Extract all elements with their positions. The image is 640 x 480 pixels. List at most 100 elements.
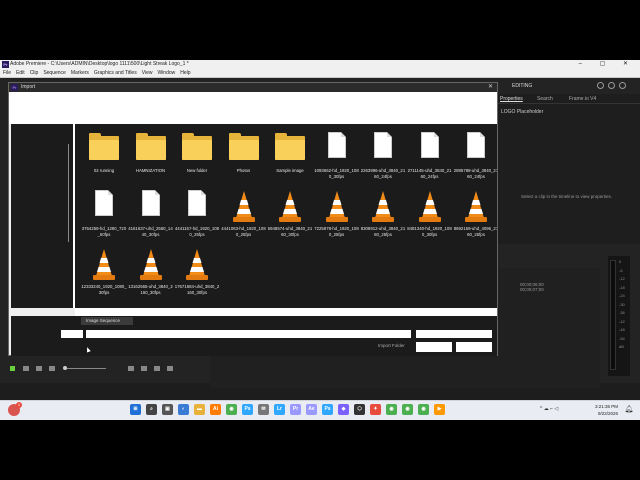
tab-frameio[interactable]: Frame.io V4 — [569, 96, 596, 102]
taskbar-search-icon[interactable]: ⌕ — [146, 404, 157, 415]
list-view-icon[interactable] — [23, 366, 29, 371]
file-item[interactable]: 2263996-uhd_3840_2160_24fps — [360, 128, 406, 188]
taskbar-chrome-3-icon[interactable]: ◉ — [402, 404, 413, 415]
file-item[interactable]: 5948574-uhd_3840_2160_30fps — [267, 186, 313, 246]
taskbar-clock[interactable]: 3:21:36 PM 9/22/2026 — [578, 403, 618, 417]
zoom-slider[interactable] — [64, 368, 106, 369]
file-item[interactable]: 3764259-hd_1280_720_60fps — [81, 186, 127, 246]
file-name: 13162565-uhd_3840_2160_30fps — [128, 284, 173, 295]
taskbar-lightroom-icon[interactable]: Lr — [274, 404, 285, 415]
meter-scale-label: -42 — [619, 318, 625, 324]
file-item[interactable]: 13162565-uhd_3840_2160_30fps — [128, 244, 174, 304]
taskbar-after-effects-icon[interactable]: Ae — [306, 404, 317, 415]
close-icon[interactable]: ✕ — [488, 83, 493, 92]
file-item[interactable]: 8481340-hd_1920_1080_30fps — [407, 186, 453, 246]
taskbar-vlc-icon[interactable]: ▶ — [434, 404, 445, 415]
folder-item[interactable]: HAMNIZATION — [128, 128, 174, 188]
help-icon[interactable] — [619, 82, 626, 89]
file-name: 12333240_1920_1080_30fps — [81, 284, 127, 295]
zoom-slider-handle[interactable] — [63, 366, 67, 370]
menu-item-graphics-and-titles[interactable]: Graphics and Titles — [94, 70, 137, 76]
system-tray[interactable]: ^ ☁ ⌐ ◁ — [540, 406, 558, 412]
taskbar-photoshop-2-icon[interactable]: Ps — [322, 404, 333, 415]
icon-view-icon[interactable] — [36, 366, 42, 371]
freeform-view-icon[interactable] — [49, 366, 55, 371]
taskbar-unreal-icon[interactable]: ⬡ — [354, 404, 365, 415]
user-icon[interactable] — [608, 82, 615, 89]
file-item[interactable]: 17671684-uhd_3840_2160_30fps — [174, 244, 220, 304]
taskbar-chrome-icon[interactable]: ◉ — [226, 404, 237, 415]
import-dialog-title: Import — [21, 84, 36, 90]
new-item-icon[interactable] — [141, 366, 147, 371]
file-item[interactable]: 12333240_1920_1080_30fps — [81, 244, 127, 304]
file-name: 02 running — [93, 168, 115, 173]
taskbar-premiere-icon[interactable]: Pr — [290, 404, 301, 415]
workspace-header: EDITING — [500, 80, 640, 92]
file-item[interactable]: 2711145-uhd_3840_2160_24fps — [407, 128, 453, 188]
file-name: 5948574-uhd_3840_2160_30fps — [267, 226, 313, 237]
file-name: 8481340-hd_1920_1080_30fps — [407, 226, 452, 237]
taskbar-illustrator-icon[interactable]: Ai — [210, 404, 221, 415]
file-name: 8692159-uhd_4096_2160_25fps — [453, 226, 497, 237]
file-item[interactable]: 7225878-hd_1920_1080_25fps — [314, 186, 360, 246]
navigation-pane[interactable] — [11, 124, 73, 308]
taskbar-file-explorer-icon[interactable]: ▬ — [194, 404, 205, 415]
properties-panel: Properties Search Frame.io V4 LOGO Place… — [497, 94, 640, 244]
vlc-media-icon — [182, 248, 212, 282]
taskbar-widgets-icon[interactable]: ◐ — [178, 404, 189, 415]
open-button[interactable] — [456, 342, 492, 352]
taskbar-start-icon[interactable]: ⊞ — [130, 404, 141, 415]
folder-item[interactable]: New folder — [174, 128, 220, 188]
taskbar-photoshop-icon[interactable]: Ps — [242, 404, 253, 415]
tab-search[interactable]: Search — [537, 96, 553, 102]
menu-item-markers[interactable]: Markers — [71, 70, 89, 76]
file-list: 02 running HAMNIZATION New folder Photos Sam… — [75, 124, 497, 308]
file-item[interactable]: 4441157-hd_1920_1080_25fps — [174, 186, 220, 246]
pen-tool-icon[interactable] — [10, 366, 15, 371]
window-controls[interactable]: – ▢ ✕ — [579, 60, 636, 69]
navigation-pane-scrollbar[interactable] — [68, 144, 69, 242]
menu-item-sequence[interactable]: Sequence — [43, 70, 66, 76]
menu-item-edit[interactable]: Edit — [16, 70, 25, 76]
taskbar-task-view-icon[interactable]: ▣ — [162, 404, 173, 415]
menu-item-file[interactable]: File — [3, 70, 11, 76]
file-item[interactable]: 8308912-uhd_3840_2160_25fps — [360, 186, 406, 246]
file-item[interactable]: 4161637-uhd_2560_1440_30fps — [128, 186, 174, 246]
folder-item[interactable]: 02 running — [81, 128, 127, 188]
vlc-media-icon — [322, 190, 352, 224]
image-sequence-checkbox[interactable]: Image Sequence — [81, 317, 133, 325]
workspace-editing-tab[interactable]: EDITING — [512, 83, 532, 89]
taskbar-chrome-4-icon[interactable]: ◉ — [418, 404, 429, 415]
file-type-select[interactable] — [416, 330, 492, 338]
menu-item-help[interactable]: Help — [180, 70, 190, 76]
file-item[interactable]: 8692159-uhd_4096_2160_25fps — [453, 186, 497, 246]
notification-bell-icon[interactable]: 🔔︎ — [624, 405, 634, 415]
menu-item-view[interactable]: View — [142, 70, 153, 76]
folder-item[interactable]: Sample image — [267, 128, 313, 188]
file-name: 2711145-uhd_3840_2160_24fps — [407, 168, 452, 179]
file-item[interactable]: 4441063-hd_1920_1080_25fps — [221, 186, 267, 246]
weather-widget-icon[interactable]: 1 — [8, 402, 22, 416]
share-icon[interactable] — [597, 82, 604, 89]
document-icon — [461, 132, 491, 166]
taskbar-app-2-icon[interactable]: ✦ — [370, 404, 381, 415]
vlc-media-icon — [229, 190, 259, 224]
file-item[interactable]: 2895788-uhd_3840_2160_24fps — [453, 128, 497, 188]
new-bin-icon[interactable] — [128, 366, 134, 371]
menu-item-window[interactable]: Window — [157, 70, 175, 76]
premiere-title-bar: Pr Adobe Premiere - C:\Users\ADMIN\Deskt… — [0, 60, 640, 69]
import-folder-button[interactable] — [416, 342, 452, 352]
folder-item[interactable]: Photos — [221, 128, 267, 188]
taskbar-app-1-icon[interactable]: ◆ — [338, 404, 349, 415]
taskbar-mail-icon[interactable]: ✉ — [258, 404, 269, 415]
image-sequence-row: Image Sequence — [11, 316, 497, 326]
taskbar-chrome-2-icon[interactable]: ◉ — [386, 404, 397, 415]
file-name: Sample image — [276, 168, 304, 173]
file-item[interactable]: 1093662-hd_1920_1080_30fps — [314, 128, 360, 188]
folder-icon[interactable] — [154, 366, 160, 371]
tab-properties[interactable]: Properties — [500, 96, 523, 102]
menu-item-clip[interactable]: Clip — [30, 70, 39, 76]
trash-icon[interactable] — [167, 366, 173, 371]
file-name-input[interactable] — [86, 330, 411, 338]
meter-scale-label: dB — [619, 344, 624, 349]
